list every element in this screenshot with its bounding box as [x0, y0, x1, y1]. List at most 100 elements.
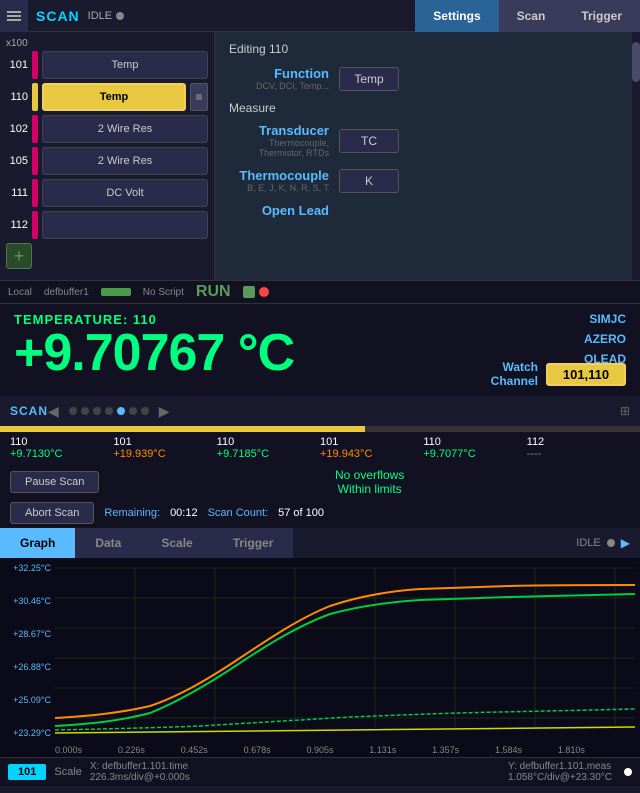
- progress-bar-fill: [0, 426, 365, 432]
- transducer-row: Transducer Thermocouple, Thermistor, RTD…: [229, 123, 626, 158]
- scan-right-arrow[interactable]: ▶: [159, 403, 170, 420]
- scan-left-arrow[interactable]: ◀: [48, 403, 59, 420]
- thermocouple-label-group: Thermocouple B, E, J, K, N, R, S, T: [229, 168, 329, 193]
- y-label-2: +28.67°C: [4, 629, 51, 639]
- y-label-4: +25.09°C: [4, 695, 51, 705]
- transducer-value-btn[interactable]: TC: [339, 129, 399, 153]
- scan-header: SCAN ◀ ▶ ⊞: [0, 396, 640, 426]
- watch-channel-input[interactable]: [546, 363, 626, 386]
- abort-remaining-row: Abort Scan Remaining: 00:12 Scan Count: …: [0, 500, 640, 528]
- scan-panel-title: SCAN: [10, 404, 48, 418]
- temp-tags: SIMJC AZERO OLEAD: [584, 312, 626, 366]
- transducer-label: Transducer: [229, 123, 329, 138]
- dot-7: [141, 407, 149, 415]
- idle-status: IDLE: [88, 10, 124, 22]
- scrollbar[interactable]: [632, 32, 640, 280]
- top-bar: SCAN IDLE Settings Scan Trigger: [0, 0, 640, 32]
- main-area: x100 101 Temp 110 Temp ≡ 102 2 Wire Res …: [0, 32, 640, 280]
- defbuffer-status: defbuffer1: [44, 287, 89, 298]
- scan-dots: [69, 407, 149, 415]
- ch-color-102: [32, 115, 38, 143]
- y-label-3: +26.88°C: [4, 662, 51, 672]
- scan-count-val: 57 of 100: [278, 507, 324, 519]
- x100-label: x100: [6, 38, 208, 49]
- ch-color-110: [32, 83, 38, 111]
- ch-btn-110[interactable]: Temp: [42, 83, 186, 111]
- function-row: Function DCV, DCI, Temp... Temp: [229, 66, 626, 91]
- app-title: SCAN: [28, 8, 88, 24]
- ch-btn-112[interactable]: [42, 211, 208, 239]
- add-channel-button[interactable]: +: [6, 243, 32, 269]
- ch-data-101b: 101 +19.943°C: [320, 436, 423, 460]
- tag-azero: AZERO: [584, 332, 626, 346]
- graph-area: +32.25°C +30.46°C +28.67°C +26.88°C +25.…: [0, 558, 640, 743]
- right-panel: Editing 110 Function DCV, DCI, Temp... T…: [215, 32, 640, 280]
- thermocouple-label: Thermocouple: [229, 168, 329, 183]
- ch-btn-111[interactable]: DC Volt: [42, 179, 208, 207]
- transducer-sub: Thermocouple, Thermistor, RTDs: [229, 138, 329, 158]
- ch-color-105: [32, 147, 38, 175]
- watch-label: WatchChannel: [491, 360, 538, 388]
- ch-num-110: 110: [6, 91, 28, 103]
- bottom-bar: 101 Scale X: defbuffer1.101.time 226.3ms…: [0, 757, 640, 786]
- graph-arrow-icon[interactable]: ▶: [621, 536, 630, 550]
- y-label-1: +30.46°C: [4, 596, 51, 606]
- y-sub: 1.058°C/div@+23.30°C: [508, 772, 612, 783]
- y-label-5: +23.29°C: [4, 728, 51, 738]
- thermocouple-value-btn[interactable]: K: [339, 169, 399, 193]
- remaining-val: 00:12: [170, 507, 198, 519]
- function-value-btn[interactable]: Temp: [339, 67, 399, 91]
- ch-btn-105[interactable]: 2 Wire Res: [42, 147, 208, 175]
- channel-data-row: 110 +9.7130°C 101 +19.939°C 110 +9.7185°…: [0, 432, 640, 464]
- x-label-1: 0.226s: [118, 745, 145, 755]
- ch-data-112: 112 ----: [527, 436, 630, 460]
- measure-label: Measure: [229, 101, 626, 115]
- openlead-row: Open Lead: [229, 203, 626, 218]
- thermocouple-row: Thermocouple B, E, J, K, N, R, S, T K: [229, 168, 626, 193]
- bottom-dot: [624, 768, 632, 776]
- ch-color-112: [32, 211, 38, 239]
- ch-menu-icon[interactable]: ≡: [190, 83, 208, 111]
- editing-title: Editing 110: [229, 42, 626, 56]
- channel-row-110: 110 Temp ≡: [6, 83, 208, 111]
- ch-btn-102[interactable]: 2 Wire Res: [42, 115, 208, 143]
- x-label-5: 1.131s: [369, 745, 396, 755]
- left-panel: x100 101 Temp 110 Temp ≡ 102 2 Wire Res …: [0, 32, 215, 280]
- tab-trigger[interactable]: Trigger: [563, 0, 640, 32]
- status-text: No overflows Within limits: [109, 468, 630, 496]
- graph-tab-right: IDLE ▶: [576, 536, 640, 550]
- abort-scan-button[interactable]: Abort Scan: [10, 502, 94, 524]
- menu-icon[interactable]: [0, 0, 28, 32]
- tab-graph[interactable]: Graph: [0, 528, 75, 558]
- graph-svg: [0, 558, 640, 743]
- dot-4: [105, 407, 113, 415]
- tab-settings[interactable]: Settings: [415, 0, 498, 32]
- tab-scale[interactable]: Scale: [141, 528, 212, 558]
- idle-dot: [116, 12, 124, 20]
- dot-1: [69, 407, 77, 415]
- x-sub: 226.3ms/div@+0.000s: [90, 772, 190, 783]
- tab-data[interactable]: Data: [75, 528, 141, 558]
- pause-scan-button[interactable]: Pause Scan: [10, 471, 99, 493]
- tab-bar: Settings Scan Trigger: [415, 0, 640, 32]
- scan-grid-icon[interactable]: ⊞: [620, 404, 630, 418]
- scrollbar-thumb[interactable]: [632, 42, 640, 82]
- ch-num-105: 105: [6, 155, 28, 167]
- run-status: RUN: [196, 283, 231, 301]
- channel-badge[interactable]: 101: [8, 764, 46, 780]
- ch-data-110b: 110 +9.7185°C: [217, 436, 320, 460]
- x-label-8: 1.810s: [558, 745, 585, 755]
- graph-idle-dot: [607, 539, 615, 547]
- channel-row-112: 112: [6, 211, 208, 239]
- tab-trigger[interactable]: Trigger: [213, 528, 294, 558]
- openlead-label-group: Open Lead: [229, 203, 329, 218]
- status-line2: Within limits: [109, 482, 630, 496]
- progress-bar: [0, 426, 640, 432]
- tab-scan[interactable]: Scan: [499, 0, 564, 32]
- ch-color-111: [32, 179, 38, 207]
- ch-btn-101[interactable]: Temp: [42, 51, 208, 79]
- ch-num-101: 101: [6, 59, 28, 71]
- scale-label: Scale: [54, 766, 82, 778]
- openlead-label: Open Lead: [229, 203, 329, 218]
- x-label-6: 1.357s: [432, 745, 459, 755]
